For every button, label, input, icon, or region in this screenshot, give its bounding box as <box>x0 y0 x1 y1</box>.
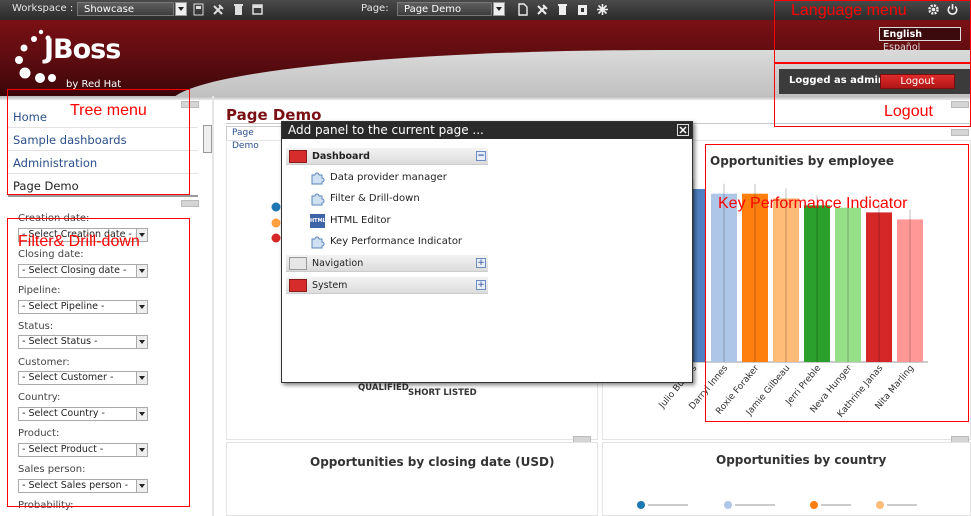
filter-panel-controls[interactable] <box>181 200 199 207</box>
country-chart-title: Opportunities by country <box>716 453 887 467</box>
expand-icon[interactable]: + <box>476 258 486 268</box>
tab-page-demo[interactable]: Page Demo <box>226 126 284 151</box>
legend-dot-blue <box>271 202 281 212</box>
country-legend-partial <box>637 501 917 509</box>
page-properties-icon[interactable] <box>536 3 549 16</box>
page-dropdown-button[interactable] <box>493 2 505 16</box>
workspace-select[interactable]: Showcase <box>77 2 174 16</box>
annotation-language-menu: Language menu <box>791 2 907 19</box>
panel-item-label: Key Performance Indicator <box>330 236 463 247</box>
puzzle-piece-icon <box>311 236 325 249</box>
workspace-label: Workspace : <box>12 3 74 14</box>
logo-text: JBoss <box>44 34 121 65</box>
legend-dot-orange <box>271 218 281 228</box>
workspace-properties-icon[interactable] <box>212 3 225 16</box>
workspace-window-icon[interactable] <box>251 3 264 16</box>
label-short-listed: SHORT LISTED <box>408 388 477 398</box>
navigation-group-icon <box>289 257 307 270</box>
html-editor-icon: HTML <box>310 214 326 228</box>
puzzle-piece-icon <box>311 193 325 206</box>
panel-item-label: HTML Editor <box>330 215 391 226</box>
page-label: Page: <box>361 3 389 14</box>
annotation-logout: Logout <box>884 103 933 120</box>
modal-title: Add panel to the current page ... <box>282 122 692 139</box>
page-layout-icon[interactable] <box>596 3 609 16</box>
group-navigation-label: Navigation <box>312 258 364 269</box>
close-icon[interactable] <box>677 124 689 136</box>
add-panel-modal: Add panel to the current page ... Dashbo… <box>281 121 693 383</box>
annotation-tree-menu: Tree menu <box>70 102 147 119</box>
group-dashboard-label: Dashboard <box>312 151 370 162</box>
group-dashboard[interactable]: Dashboard − <box>286 148 488 165</box>
dashboard-group-icon <box>289 150 307 163</box>
panel-item-data-provider-manager[interactable]: Data provider manager <box>310 169 447 187</box>
panel-item-filter-drilldown[interactable]: Filter & Drill-down <box>310 190 420 208</box>
annotation-kpi: Key Performance Indicator <box>718 195 908 212</box>
employee-panel-controls[interactable] <box>951 129 969 136</box>
panel-item-html-editor[interactable]: HTML HTML Editor <box>310 212 391 230</box>
annotation-box-kpi <box>705 144 969 422</box>
puzzle-piece-icon <box>311 172 325 185</box>
annotation-box-logout <box>774 63 971 127</box>
column-resize-handle[interactable] <box>203 125 212 153</box>
panel-item-kpi[interactable]: Key Performance Indicator <box>310 233 462 251</box>
legend-dot-red <box>271 233 281 243</box>
annotation-box-filter <box>7 218 190 507</box>
closing-date-chart-title: Opportunities by closing date (USD) <box>310 455 555 469</box>
group-system-label: System <box>312 280 348 291</box>
delete-page-icon[interactable] <box>556 3 569 16</box>
system-group-icon <box>289 279 307 292</box>
column-divider <box>212 96 214 516</box>
panel-item-label: Data provider manager <box>330 172 447 183</box>
new-page-icon[interactable] <box>516 3 529 16</box>
page-select[interactable]: Page Demo <box>397 2 492 16</box>
expand-icon[interactable]: + <box>476 280 486 290</box>
label-qualified: QUALIFIED <box>358 383 409 393</box>
group-system[interactable]: System + <box>286 277 488 294</box>
panel-item-label: Filter & Drill-down <box>330 193 420 204</box>
add-panel-icon[interactable] <box>576 3 589 16</box>
panel-closing-date <box>226 442 598 516</box>
delete-workspace-icon[interactable] <box>232 3 245 16</box>
collapse-icon[interactable]: − <box>476 151 486 161</box>
annotation-filter: Filter& Drill-down <box>18 233 140 250</box>
workspace-dropdown-button[interactable] <box>175 2 187 16</box>
new-workspace-icon[interactable] <box>192 3 205 16</box>
group-navigation[interactable]: Navigation + <box>286 255 488 272</box>
